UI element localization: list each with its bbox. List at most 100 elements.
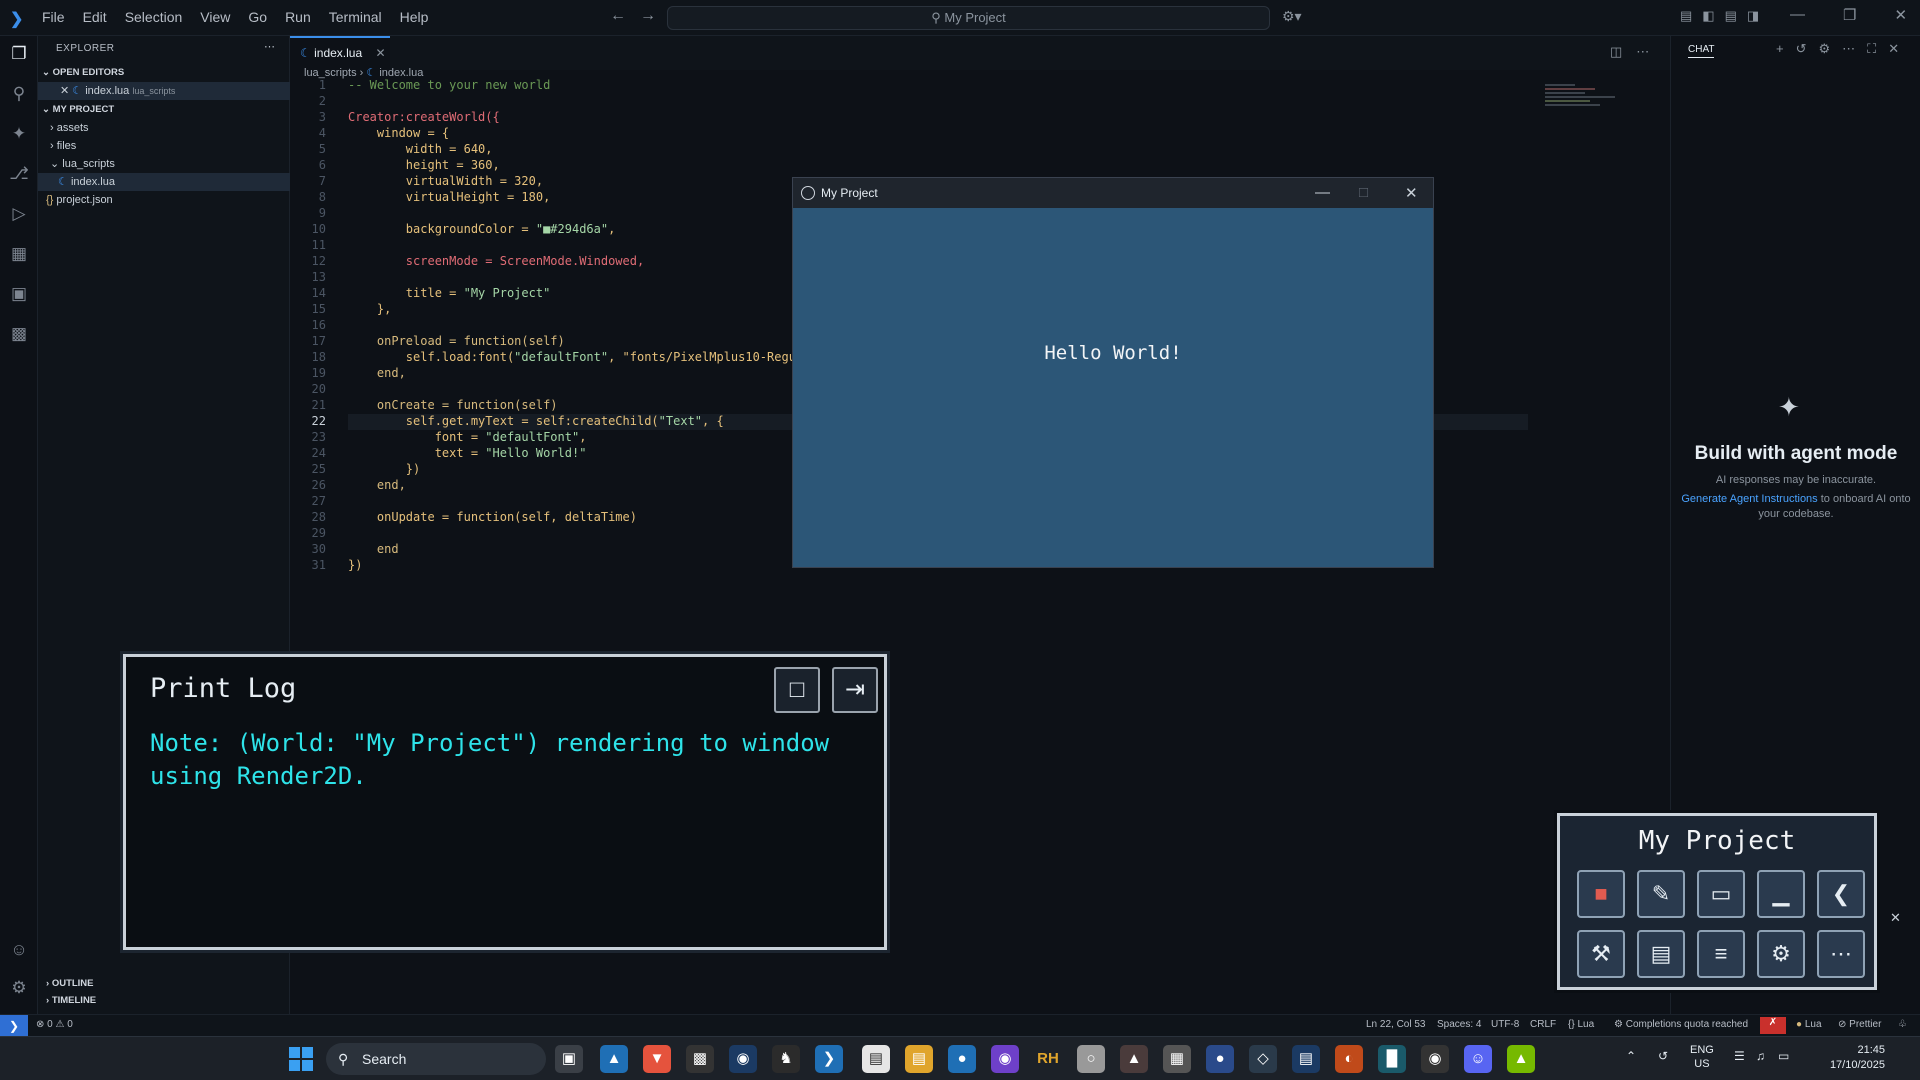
toggle-panel-icon[interactable]: ▤ (1725, 8, 1737, 24)
close-icon[interactable]: ✕ (1890, 910, 1901, 926)
language-mode[interactable]: {} Lua (1568, 1019, 1594, 1030)
maximize-icon[interactable]: ⛶ (1867, 41, 1876, 57)
log-icon[interactable]: ≡ (1697, 930, 1745, 978)
menu-selection[interactable]: Selection (125, 9, 183, 25)
photos-icon[interactable]: ▲ (600, 1045, 628, 1073)
account-icon[interactable]: ☺ (8, 940, 30, 962)
timeline-section[interactable]: › TIMELINE (38, 995, 290, 1006)
game-window-titlebar[interactable]: My Project (793, 178, 1433, 208)
battery-icon[interactable]: ▭ (1778, 1049, 1789, 1063)
menu-file[interactable]: File (42, 9, 65, 25)
run-debug-icon[interactable]: ▷ (8, 204, 30, 226)
open-editors-section[interactable]: ⌄ OPEN EDITORS (42, 67, 124, 78)
gear-icon[interactable]: ⚙ (1819, 41, 1831, 57)
menu-run[interactable]: Run (285, 9, 311, 25)
more-actions-icon[interactable]: ⋯ (1636, 44, 1649, 60)
rh-app-icon[interactable]: RH (1034, 1045, 1062, 1073)
new-chat-icon[interactable]: + (1776, 41, 1784, 57)
problems-count[interactable]: ⊗ 0 ⚠ 0 (36, 1019, 73, 1030)
discord-icon[interactable]: ☺ (1464, 1045, 1492, 1073)
terminal-app-icon[interactable]: ▩ (686, 1045, 714, 1073)
copilot-icon[interactable]: ⚙▾ (1282, 8, 1302, 25)
notepad-icon[interactable]: ▤ (862, 1045, 890, 1073)
close-icon[interactable]: ✕ (60, 85, 69, 97)
minimize-icon[interactable]: — (1315, 184, 1330, 201)
sync-icon[interactable]: ↺ (1658, 1049, 1668, 1063)
folder-icon[interactable]: ▭ (1697, 870, 1745, 918)
history-icon[interactable]: ↺ (1796, 41, 1807, 57)
encoding[interactable]: UTF-8 (1491, 1019, 1519, 1030)
search-icon[interactable]: ⚲ (8, 84, 30, 106)
notifications-icon[interactable]: ♧ (1898, 1019, 1907, 1030)
maximize-log-button[interactable]: □ (774, 667, 820, 713)
minimize-icon[interactable]: — (1790, 6, 1805, 24)
maps-icon[interactable]: ● (948, 1045, 976, 1073)
toggle-secondary-sidebar-icon[interactable]: ◨ (1747, 8, 1759, 24)
game-app-icon[interactable]: ▲ (1120, 1045, 1148, 1073)
more-icon[interactable]: ⋯ (1817, 930, 1865, 978)
windows-start-icon[interactable] (289, 1047, 313, 1071)
brave-browser-icon[interactable]: ▼ (643, 1045, 671, 1073)
line-endings[interactable]: CRLF (1530, 1019, 1556, 1030)
tree-item-assets[interactable]: › assets (38, 119, 290, 137)
dark-app-icon[interactable]: █ (1378, 1045, 1406, 1073)
menu-help[interactable]: Help (400, 9, 429, 25)
tree-item-index-lua[interactable]: ☾ index.lua (38, 173, 290, 191)
cursor-position[interactable]: Ln 22, Col 53 (1366, 1019, 1426, 1030)
error-badge-icon[interactable]: ✗ (1760, 1017, 1786, 1034)
nvidia-icon[interactable]: ▲ (1507, 1045, 1535, 1073)
minimize-icon[interactable]: ▁ (1757, 870, 1805, 918)
obs-icon[interactable]: ◉ (1421, 1045, 1449, 1073)
remote-indicator-icon[interactable]: ❯ (0, 1015, 28, 1037)
tree-item-lua-scripts[interactable]: ⌄ lua_scripts (38, 155, 290, 173)
snail-app-icon[interactable]: ○ (1077, 1045, 1105, 1073)
restore-icon[interactable]: ❐ (1843, 6, 1856, 24)
open-editor-item[interactable]: ✕ ☾ index.lua lua_scripts (38, 82, 290, 100)
close-icon[interactable]: ✕ (1894, 6, 1907, 24)
indentation[interactable]: Spaces: 4 (1437, 1019, 1481, 1030)
generate-instructions-link[interactable]: Generate Agent Instructions (1681, 493, 1817, 505)
edit-script-icon[interactable]: ✎ (1637, 870, 1685, 918)
minimap[interactable] (1545, 82, 1625, 142)
customize-layout-icon[interactable]: ▤ (1680, 8, 1692, 24)
back-arrow-icon[interactable]: ← (610, 7, 626, 25)
github-desktop-icon[interactable]: ◉ (991, 1045, 1019, 1073)
lichess-icon[interactable]: ♞ (772, 1045, 800, 1073)
file-explorer-icon[interactable]: ▤ (905, 1045, 933, 1073)
chat-tab[interactable]: CHAT (1688, 44, 1715, 58)
explorer-icon[interactable]: ❐ (8, 44, 30, 66)
hammer-icon[interactable]: ⚒ (1577, 930, 1625, 978)
terminal-icon[interactable]: ▤ (1637, 930, 1685, 978)
forward-arrow-icon[interactable]: → (640, 7, 656, 25)
blender-app-icon[interactable]: ● (1206, 1045, 1234, 1073)
project-section[interactable]: ⌄ MY PROJECT (42, 104, 114, 115)
testing-icon[interactable]: ▩ (8, 324, 30, 346)
manage-gear-icon[interactable]: ⚙ (8, 978, 30, 1000)
close-icon[interactable]: ✕ (1888, 41, 1899, 57)
taskbar-search[interactable]: Search (326, 1043, 546, 1075)
menu-view[interactable]: View (200, 9, 230, 25)
tree-item-project-json[interactable]: {} project.json (38, 191, 290, 209)
vscode-taskbar-icon[interactable]: ❯ (815, 1045, 843, 1073)
tab-index-lua[interactable]: ☾ index.lua ✕ (290, 36, 390, 70)
more-icon[interactable]: ⋯ (1842, 41, 1855, 57)
task-view-icon[interactable]: ▣ (555, 1045, 583, 1073)
menu-edit[interactable]: Edit (83, 9, 107, 25)
lua-status[interactable]: ● Lua (1796, 1019, 1822, 1030)
menu-terminal[interactable]: Terminal (329, 9, 382, 25)
game-window[interactable]: My Project — □ ✕ Hello World! (792, 177, 1434, 568)
close-tab-icon[interactable]: ✕ (376, 46, 386, 60)
settings-icon[interactable]: ⚙ (1757, 930, 1805, 978)
maximize-icon[interactable]: □ (1359, 184, 1368, 201)
copilot-status[interactable]: ⚙ Completions quota reached (1614, 1019, 1748, 1030)
split-editor-icon[interactable]: ◫ (1610, 44, 1622, 60)
language-indicator[interactable]: ENG US (1690, 1043, 1714, 1071)
pixel-app-icon[interactable]: ▦ (1163, 1045, 1191, 1073)
chevron-up-icon[interactable]: ⌃ (1626, 1049, 1636, 1063)
prettier-status[interactable]: ⊘ Prettier (1838, 1019, 1881, 1030)
remote-explorer-icon[interactable]: ▣ (8, 284, 30, 306)
close-icon[interactable]: ✕ (1405, 184, 1418, 202)
clock[interactable]: 21:45 17/10/2025 (1815, 1043, 1885, 1073)
sunset-app-icon[interactable]: ◐ (1335, 1045, 1363, 1073)
command-center-search[interactable]: ⚲ My Project (667, 6, 1270, 30)
